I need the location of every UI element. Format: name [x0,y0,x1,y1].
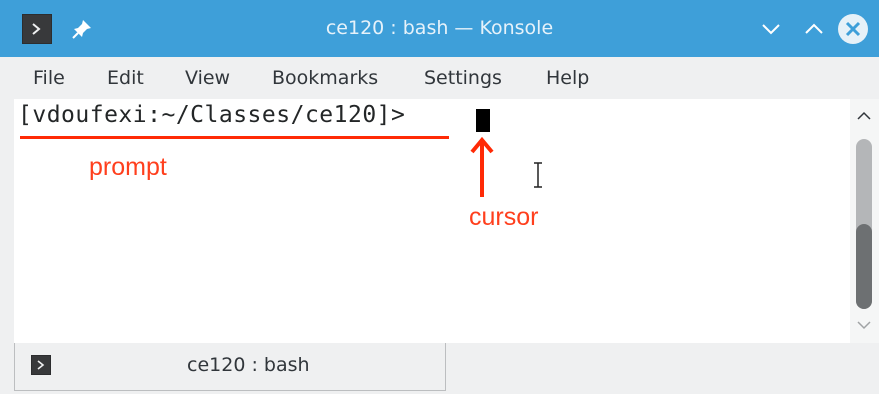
cursor-annotation: cursor [469,203,539,231]
shell-prompt: [vdoufexi:~/Classes/ce120]> [18,102,406,128]
close-icon [845,21,861,37]
prompt-annotation: prompt [89,153,167,181]
tab-bar: ce120 : bash [0,343,879,394]
terminal-area[interactable]: [vdoufexi:~/Classes/ce120]> prompt curso… [14,99,850,343]
menu-file[interactable]: File [33,67,65,89]
menu-edit[interactable]: Edit [107,67,144,89]
chevron-down-icon[interactable] [756,14,786,44]
scroll-up-icon[interactable] [855,109,873,123]
chevron-up-icon[interactable] [799,14,829,44]
arrow-up-icon [470,137,494,197]
prompt-underline [20,136,449,139]
konsole-tab-icon [31,355,51,375]
menu-view[interactable]: View [185,67,230,89]
terminal-cursor [476,109,490,132]
close-button[interactable] [838,14,868,44]
menu-help[interactable]: Help [546,67,589,89]
konsole-window: ce120 : bash — Konsole File Edit View Bo… [0,0,879,394]
scroll-down-icon[interactable] [855,318,873,332]
window-title: ce120 : bash — Konsole [325,17,554,39]
title-bar[interactable]: ce120 : bash — Konsole [0,0,879,57]
scroll-thumb[interactable] [856,224,872,309]
ibeam-cursor-icon [534,162,542,188]
menu-bar: File Edit View Bookmarks Settings Help [0,57,879,99]
vertical-scrollbar[interactable] [850,99,879,343]
menu-settings[interactable]: Settings [424,67,502,89]
menu-bookmarks[interactable]: Bookmarks [272,67,378,89]
tab-label: ce120 : bash [187,354,310,376]
tab-ce120-bash[interactable]: ce120 : bash [14,343,446,391]
